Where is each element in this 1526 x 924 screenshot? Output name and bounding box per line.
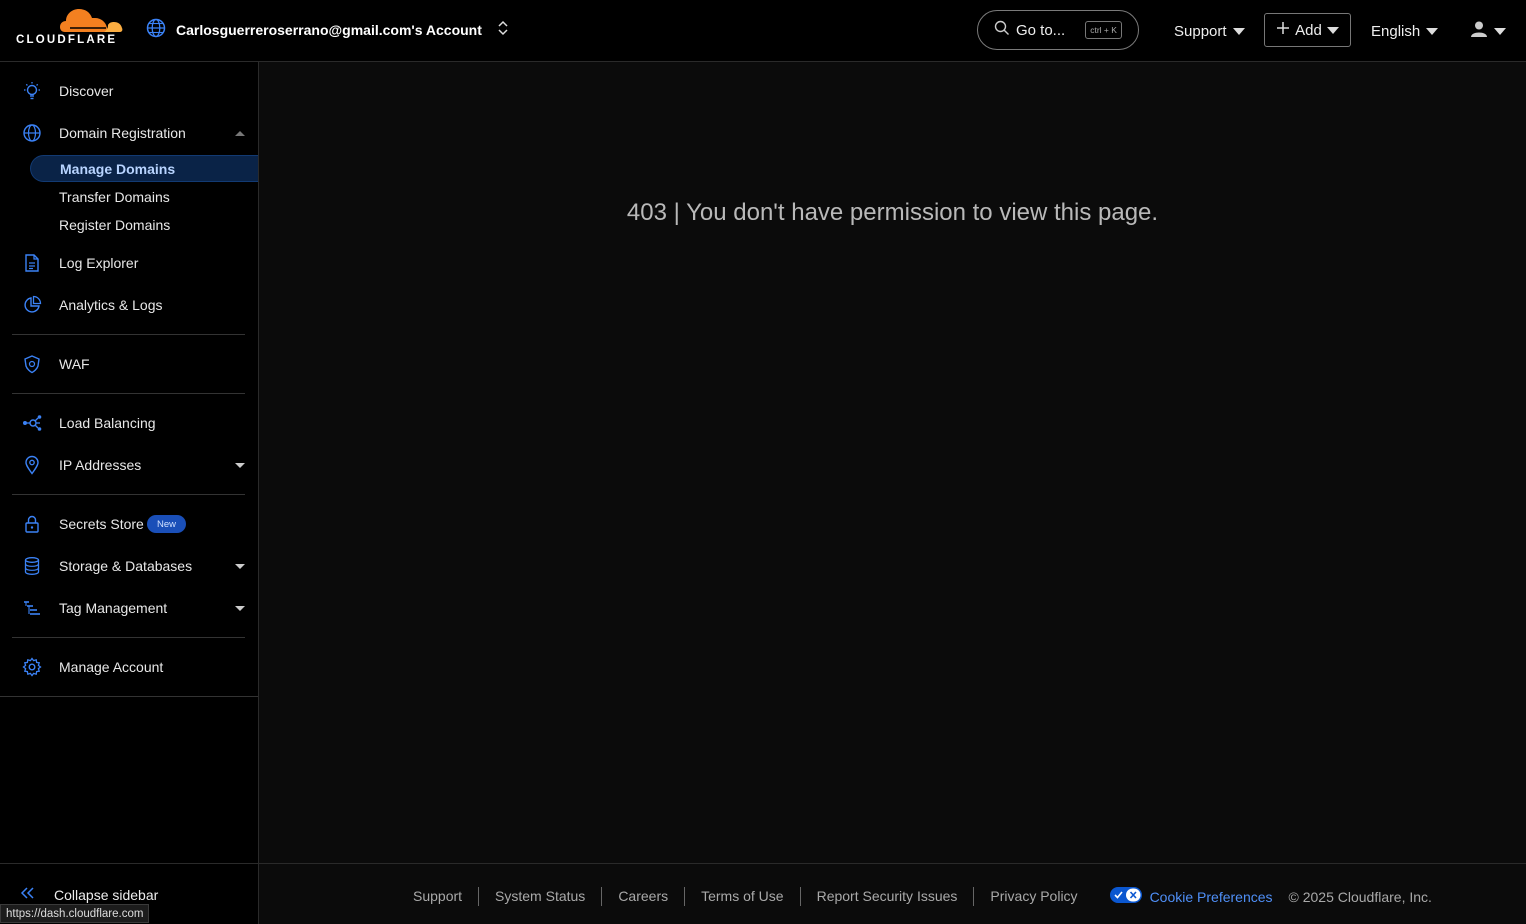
- sidebar-divider: [12, 637, 245, 638]
- lightbulb-icon: [22, 81, 42, 101]
- footer-link-careers[interactable]: Careers: [602, 887, 686, 906]
- search-icon: [994, 20, 1010, 41]
- gear-icon: [22, 657, 42, 677]
- browser-status-url: https://dash.cloudflare.com: [0, 904, 150, 923]
- sidebar-item-tag-management[interactable]: Tag Management: [0, 588, 258, 628]
- sidebar-subitem-label: Manage Domains: [60, 160, 176, 177]
- caret-down-icon: [235, 462, 245, 468]
- footer-links: Support System Status Careers Terms of U…: [397, 887, 1432, 906]
- globe-icon: [146, 18, 166, 43]
- caret-down-icon: [1232, 27, 1245, 35]
- sidebar-divider: [12, 393, 245, 394]
- language-menu[interactable]: English: [1371, 18, 1439, 44]
- error-message: 403 | You don't have permission to view …: [626, 199, 1159, 226]
- chevron-up-down-icon: [496, 19, 510, 42]
- sidebar-item-label: IP Addresses: [59, 457, 142, 473]
- sidebar-item-log-explorer[interactable]: Log Explorer: [0, 243, 258, 283]
- sidebar-item-label: Storage & Databases: [59, 558, 193, 574]
- plus-icon: [1276, 21, 1290, 39]
- new-badge: New: [147, 515, 187, 533]
- collapse-sidebar-label: Collapse sidebar: [54, 886, 159, 903]
- goto-search-button[interactable]: Go to... ctrl + K: [977, 10, 1139, 50]
- sidebar-item-secrets-store[interactable]: Secrets Store New: [0, 504, 258, 544]
- add-button[interactable]: Add: [1264, 13, 1351, 47]
- sidebar-subitem-label: Register Domains: [59, 216, 171, 233]
- sidebar-divider: [0, 696, 258, 697]
- page-footer: Support System Status Careers Terms of U…: [259, 863, 1526, 924]
- caret-down-icon: [1326, 26, 1339, 34]
- account-switcher[interactable]: Carlosguerreroserrano@gmail.com's Accoun…: [146, 18, 510, 42]
- sidebar-item-label: Tag Management: [59, 600, 168, 616]
- sidebar-item-label: Discover: [59, 83, 114, 99]
- logo-text: CLOUDFLARE: [16, 34, 118, 46]
- sidebar-divider: [12, 494, 245, 495]
- cloudflare-logo[interactable]: CLOUDFLARE: [14, 8, 124, 52]
- caret-down-icon: [1426, 27, 1439, 35]
- sidebar-item-label: Log Explorer: [59, 255, 139, 271]
- sidebar-item-label: WAF: [59, 356, 90, 372]
- cookie-preferences-link[interactable]: Cookie Preferences: [1094, 887, 1289, 906]
- collapse-sidebar-button[interactable]: Collapse sidebar: [20, 886, 158, 903]
- sidebar-item-ip-addresses[interactable]: IP Addresses: [0, 445, 258, 485]
- caret-down-icon: [235, 563, 245, 569]
- sidebar-item-load-balancing[interactable]: Load Balancing: [0, 403, 258, 443]
- keyboard-shortcut: ctrl + K: [1085, 21, 1122, 39]
- pie-chart-icon: [22, 295, 42, 315]
- sidebar-item-label: Secrets Store: [59, 516, 144, 532]
- shield-icon: [22, 354, 42, 374]
- sidebar-item-label: Domain Registration: [59, 125, 186, 141]
- location-pin-icon: [22, 455, 42, 475]
- language-label: English: [1371, 22, 1421, 40]
- sidebar-subitem-register-domains[interactable]: Register Domains: [30, 211, 258, 238]
- support-menu[interactable]: Support: [1174, 18, 1245, 44]
- cookie-preferences-label: Cookie Preferences: [1149, 888, 1273, 905]
- sidebar-item-label: Manage Account: [59, 659, 164, 675]
- database-icon: [22, 556, 42, 576]
- footer-link-terms-of-use[interactable]: Terms of Use: [685, 887, 801, 906]
- sidebar-item-label: Analytics & Logs: [59, 297, 163, 313]
- goto-label: Go to...: [1016, 21, 1066, 39]
- sidebar-subitem-manage-domains[interactable]: Manage Domains: [30, 155, 258, 182]
- caret-down-icon: [1494, 27, 1506, 35]
- sidebar: Discover Domain Registration Manage Doma…: [0, 62, 259, 863]
- sidebar-item-waf[interactable]: WAF: [0, 344, 258, 384]
- sidebar-subitem-label: Transfer Domains: [59, 188, 170, 205]
- document-icon: [22, 253, 42, 273]
- footer-link-system-status[interactable]: System Status: [479, 887, 603, 906]
- sidebar-divider: [12, 334, 245, 335]
- add-label: Add: [1295, 21, 1322, 39]
- main-content: 403 | You don't have permission to view …: [259, 62, 1526, 863]
- footer-link-privacy-policy[interactable]: Privacy Policy: [974, 887, 1093, 906]
- sidebar-item-label: Load Balancing: [59, 415, 156, 431]
- sidebar-item-discover[interactable]: Discover: [0, 71, 258, 111]
- sidebar-item-manage-account[interactable]: Manage Account: [0, 647, 258, 687]
- caret-up-icon: [235, 130, 245, 136]
- footer-link-report-security-issues[interactable]: Report Security Issues: [801, 887, 975, 906]
- top-header: CLOUDFLARE Carlosguerreroserrano@gmail.c…: [0, 0, 1526, 62]
- support-label: Support: [1174, 22, 1227, 40]
- sidebar-item-analytics-logs[interactable]: Analytics & Logs: [0, 285, 258, 325]
- privacy-toggle-icon: [1109, 887, 1142, 906]
- sidebar-subitem-transfer-domains[interactable]: Transfer Domains: [30, 183, 258, 210]
- network-icon: [22, 413, 42, 433]
- globe-icon: [22, 123, 42, 143]
- sidebar-item-storage-databases[interactable]: Storage & Databases: [0, 546, 258, 586]
- lock-icon: [22, 514, 42, 534]
- account-name: Carlosguerreroserrano@gmail.com's Accoun…: [176, 22, 482, 38]
- user-icon: [1470, 20, 1488, 42]
- caret-down-icon: [235, 605, 245, 611]
- double-chevron-left-icon: [20, 886, 36, 903]
- user-menu[interactable]: [1470, 18, 1506, 44]
- copyright: © 2025 Cloudflare, Inc.: [1288, 888, 1432, 905]
- footer-link-support[interactable]: Support: [397, 887, 480, 906]
- sidebar-item-domain-registration[interactable]: Domain Registration: [0, 113, 258, 153]
- tag-tree-icon: [22, 598, 42, 618]
